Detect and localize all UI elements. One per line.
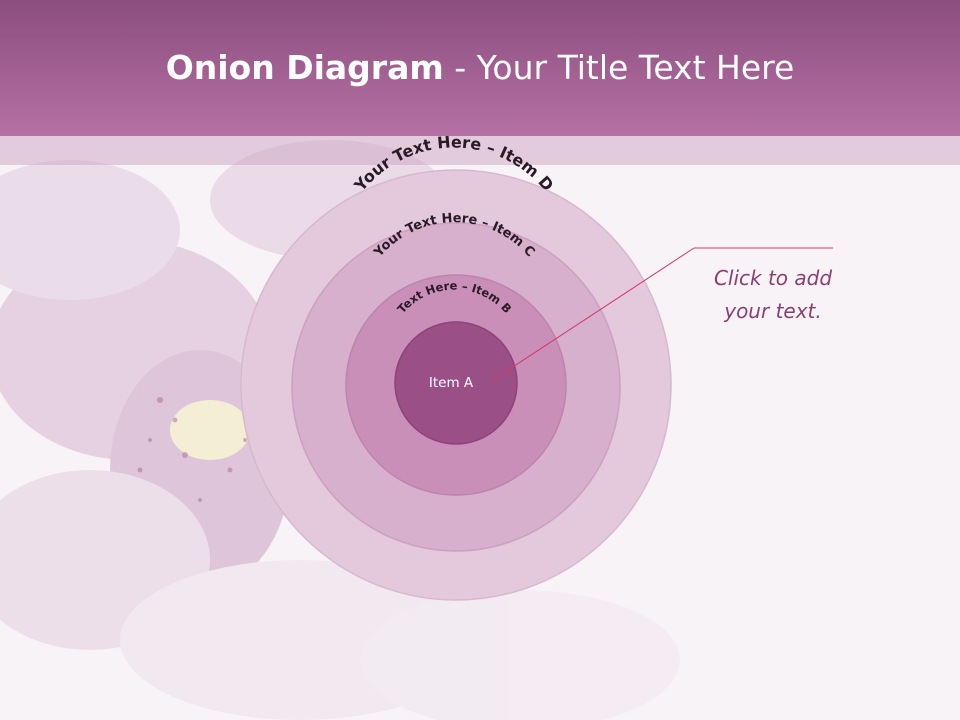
callout-line-2: your text. — [724, 299, 822, 323]
callout-line-1: Click to add — [713, 266, 833, 290]
layer-a-label: Item A — [429, 375, 474, 391]
onion-diagram: Your Text Here – Item D Your Text Here –… — [240, 132, 833, 601]
callout-text-box[interactable]: Click to add your text. — [690, 262, 856, 328]
